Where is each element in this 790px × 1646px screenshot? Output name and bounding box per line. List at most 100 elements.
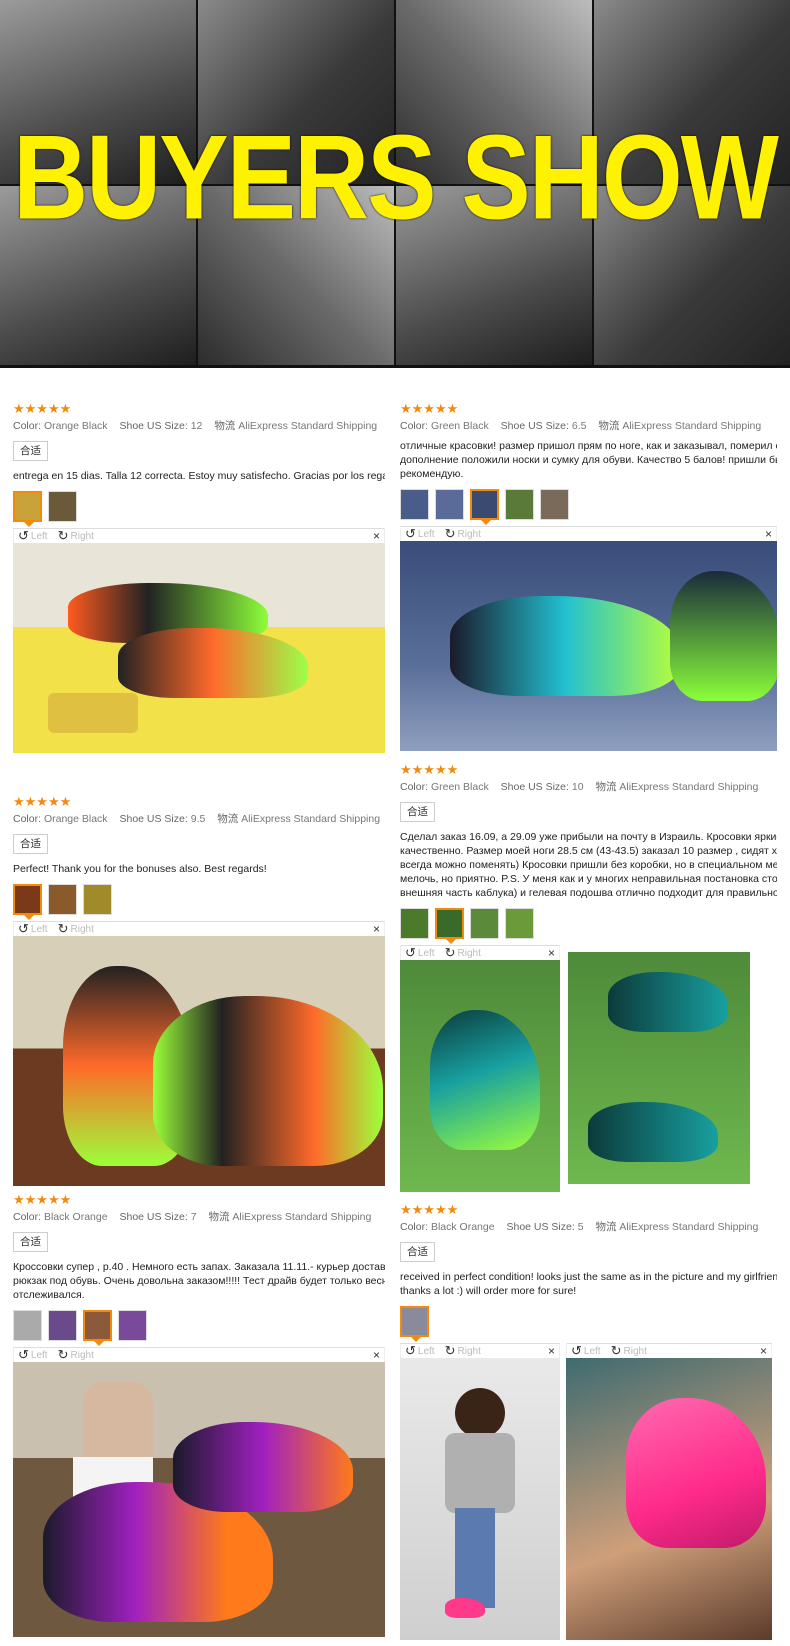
ship-value: AliExpress Standard Shipping	[622, 420, 762, 432]
fit-tag[interactable]: 合适	[13, 1232, 48, 1252]
review-photo	[13, 543, 385, 753]
review-thumbnail[interactable]	[48, 1310, 77, 1341]
close-icon[interactable]: ×	[548, 1344, 555, 1358]
close-icon[interactable]: ×	[548, 946, 555, 960]
rotate-left-button[interactable]: ↺ Left	[571, 1343, 601, 1359]
rotate-left-icon: ↺	[405, 945, 416, 960]
review-thumbnail[interactable]	[48, 884, 77, 915]
review-thumbnail[interactable]	[540, 489, 569, 520]
color-value: Orange Black	[43, 813, 108, 825]
photo-pair	[400, 952, 777, 1192]
review-thumbnail[interactable]	[400, 908, 429, 939]
rotate-right-icon: ↻	[444, 1343, 456, 1358]
review-meta: Color: Green Black Shoe US Size: 10 物流 A…	[400, 781, 777, 794]
fit-tag[interactable]: 合适	[13, 834, 48, 854]
review-thumbnail[interactable]	[505, 908, 534, 939]
rotate-left-label: Left	[30, 923, 48, 935]
rotate-left-label: Left	[417, 1345, 435, 1357]
ship-value: AliExpress Standard Shipping	[238, 420, 378, 432]
review-thumbnail[interactable]	[83, 1310, 112, 1346]
review-thumbnail[interactable]	[83, 884, 112, 915]
review-meta: Color: Orange Black Shoe US Size: 9.5 物流…	[13, 813, 385, 826]
close-icon[interactable]: ×	[373, 922, 380, 936]
rotate-right-button[interactable]: ↻ Right	[611, 1343, 647, 1359]
rotate-right-icon: ↻	[444, 945, 456, 960]
review-text-line: дополнение положили носки и сумку для об…	[400, 454, 777, 466]
rotate-right-icon: ↻	[444, 526, 456, 541]
rating-stars: ★★★★★	[400, 1202, 459, 1217]
color-label: Color:	[13, 1211, 42, 1223]
rotate-left-button[interactable]: ↺ Left	[405, 526, 435, 542]
rotate-right-button[interactable]: ↻ Right	[445, 945, 481, 961]
color-value: Orange Black	[43, 420, 108, 432]
ship-label: 物流	[214, 420, 236, 432]
close-icon[interactable]: ×	[373, 529, 380, 543]
review-thumbnail[interactable]	[13, 491, 42, 527]
close-icon[interactable]: ×	[373, 1348, 380, 1362]
color-value: Green Black	[430, 781, 489, 793]
fit-tag[interactable]: 合适	[400, 802, 435, 822]
review-thumbnail[interactable]	[118, 1310, 147, 1341]
buyers-show-banner: BUYERS SHOW	[0, 0, 790, 368]
rotate-right-button[interactable]: ↻ Right	[58, 1347, 94, 1363]
rotate-right-button[interactable]: ↻ Right	[58, 921, 94, 937]
review-thumbnail[interactable]	[13, 1310, 42, 1341]
size-value: 5	[577, 1221, 584, 1233]
size-value: 9.5	[190, 813, 206, 825]
rotate-left-icon: ↺	[18, 1347, 29, 1362]
ship-label: 物流	[598, 420, 620, 432]
photo-panel: ↺ Left ↻ Right ×	[400, 1337, 560, 1640]
review-thumbnail[interactable]	[470, 908, 499, 939]
rotate-right-button[interactable]: ↻ Right	[445, 1343, 481, 1359]
fit-tag[interactable]: 合适	[400, 1242, 435, 1262]
photo-pair: ↺ Left ↻ Right × ↺ Left ↻ Right ×	[400, 1337, 777, 1640]
photo-panel: ↺ Left ↻ Right ×	[566, 1337, 772, 1640]
review-text-line: received in perfect condition! looks jus…	[400, 1271, 777, 1283]
rotate-left-icon: ↺	[405, 526, 416, 541]
review-photo	[400, 1358, 560, 1640]
review-text-line: внешняя часть каблука) и гелевая подошва…	[400, 887, 777, 899]
rotate-left-label: Left	[583, 1345, 601, 1357]
review-thumbnail[interactable]	[48, 491, 77, 522]
review-text-line: Кроссовки супер , р.40 . Немного есть за…	[13, 1261, 385, 1273]
rotate-right-icon: ↻	[57, 921, 69, 936]
color-value: Green Black	[430, 420, 489, 432]
rotate-right-button[interactable]: ↻ Right	[58, 528, 94, 544]
rotate-left-button[interactable]: ↺ Left	[405, 945, 435, 961]
rotate-left-button[interactable]: ↺ Left	[18, 528, 48, 544]
review-thumbnail[interactable]	[470, 489, 499, 525]
review-thumbnail[interactable]	[400, 489, 429, 520]
close-icon[interactable]: ×	[760, 1344, 767, 1358]
size-label: Shoe US Size:	[119, 1211, 188, 1223]
color-value: Black Orange	[430, 1221, 495, 1233]
review-photo	[568, 952, 750, 1184]
rotate-right-label: Right	[457, 1345, 481, 1357]
review-thumbnail[interactable]	[435, 489, 464, 520]
rotate-left-label: Left	[30, 530, 48, 542]
thumbnail-strip	[400, 1306, 777, 1342]
review-text-line: качественно. Размер моей ноги 28.5 см (4…	[400, 845, 777, 857]
review-thumbnail[interactable]	[13, 884, 42, 920]
review-card: ★★★★★ Color: Orange Black Shoe US Size: …	[13, 402, 385, 753]
review-card: ★★★★★ Color: Black Orange Shoe US Size: …	[13, 1193, 385, 1637]
fit-tag[interactable]: 合适	[13, 441, 48, 461]
review-text-line: отличные красовки! размер пришол прям по…	[400, 440, 777, 452]
review-card: ★★★★★ Color: Orange Black Shoe US Size: …	[13, 795, 385, 1186]
rating-stars: ★★★★★	[13, 1192, 72, 1207]
image-viewer-toolbar: ↺ Left ↻ Right ×	[13, 1347, 385, 1362]
review-text-line: рекомендую.	[400, 468, 464, 480]
review-text-line: мелочь, но приятно. P.S. У меня как и у …	[400, 873, 777, 885]
review-thumbnail[interactable]	[435, 908, 464, 944]
close-icon[interactable]: ×	[765, 527, 772, 541]
ship-value: AliExpress Standard Shipping	[619, 781, 759, 793]
rotate-left-button[interactable]: ↺ Left	[405, 1343, 435, 1359]
review-thumbnail[interactable]	[400, 1306, 429, 1342]
rotate-left-button[interactable]: ↺ Left	[18, 921, 48, 937]
review-thumbnail[interactable]	[505, 489, 534, 520]
image-viewer-toolbar: ↺ Left ↻ Right ×	[566, 1343, 772, 1358]
rotate-left-button[interactable]: ↺ Left	[18, 1347, 48, 1363]
rotate-right-button[interactable]: ↻ Right	[445, 526, 481, 542]
review-photo	[13, 1362, 385, 1637]
color-label: Color:	[400, 1221, 429, 1233]
ship-value: AliExpress Standard Shipping	[241, 813, 381, 825]
